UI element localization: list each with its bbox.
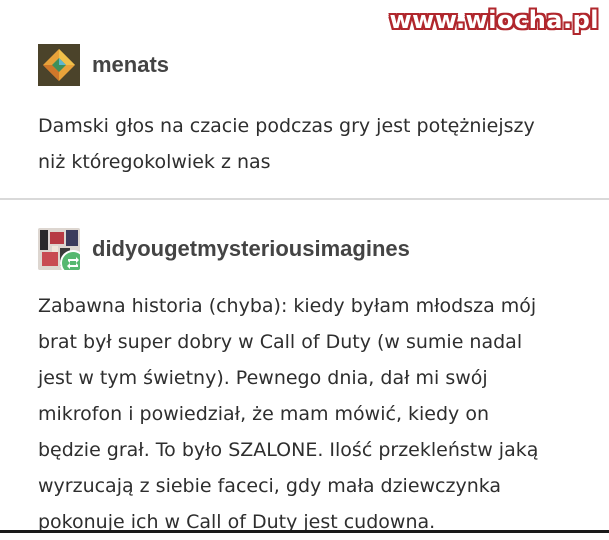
text-line: mikrofon i powiedział, że mam mówić, kie…: [38, 403, 490, 425]
collage-avatar-icon[interactable]: [38, 228, 80, 270]
post-didyougetmysteriousimagines: didyougetmysteriousimagines Zabawna hist…: [0, 200, 609, 533]
text-line: jest w tym świetny). Pewnego dnia, dał m…: [38, 367, 488, 389]
post-text: Zabawna historia (chyba): kiedy byłam mł…: [38, 288, 583, 540]
text-line: będzie grał. To było SZALONE. Ilość prze…: [38, 439, 539, 461]
diamond-avatar-icon[interactable]: [38, 44, 80, 86]
text-line: wyrzucają z siebie faceci, gdy mała dzie…: [38, 475, 502, 497]
post-menats: menats Damski głos na czacie podczas gry…: [0, 30, 609, 198]
reblog-icon: [60, 250, 80, 270]
post-header: menats: [38, 44, 169, 86]
username[interactable]: menats: [92, 52, 169, 78]
text-line: brat był super dobry w Call of Duty (w s…: [38, 331, 523, 353]
text-line: Zabawna historia (chyba): kiedy byłam mł…: [38, 295, 537, 317]
text-line: Damski głos na czacie podczas gry jest p…: [38, 115, 535, 137]
text-line: niż któregokolwiek z nas: [38, 151, 271, 173]
username[interactable]: didyougetmysteriousimagines: [92, 236, 410, 262]
post-header: didyougetmysteriousimagines: [38, 228, 410, 270]
post-text: Damski głos na czacie podczas gry jest p…: [38, 108, 583, 180]
text-line: pokonuje ich w Call of Duty jest cudowna…: [38, 511, 436, 533]
